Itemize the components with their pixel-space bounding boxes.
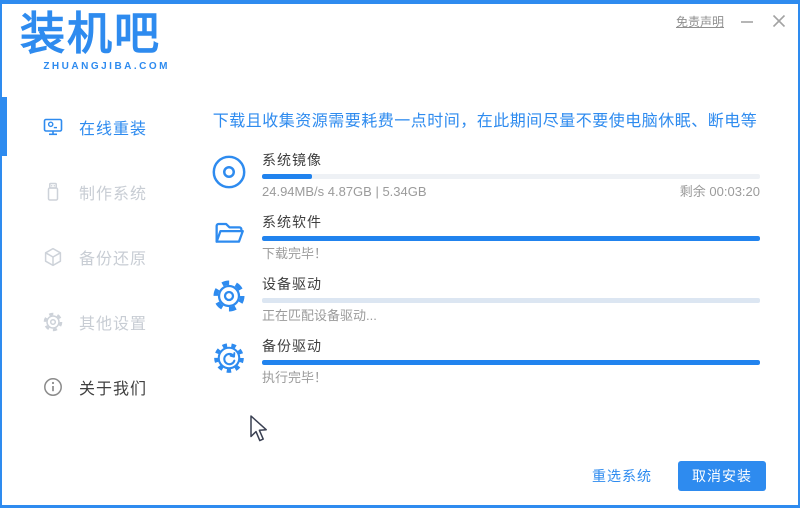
- sidebar-item-about-us[interactable]: 关于我们: [2, 354, 192, 419]
- sidebar-item-label: 备份还原: [79, 250, 148, 268]
- progress-bar: [262, 174, 760, 179]
- gear-icon: [43, 312, 63, 331]
- usb-icon: [47, 182, 59, 201]
- gear-sync-icon: [214, 343, 244, 373]
- disclaimer-link[interactable]: 免责声明: [676, 13, 724, 30]
- task-row-device-driver: 设备驱动 正在匹配设备驱动...: [210, 276, 760, 323]
- minimize-icon: [741, 21, 753, 23]
- active-indicator: [2, 97, 7, 156]
- task-row-backup-driver: 备份驱动 执行完毕！: [210, 338, 760, 385]
- sidebar-item-make-system[interactable]: 制作系统: [2, 159, 192, 224]
- mouse-cursor-icon: [250, 415, 267, 442]
- sidebar: 在线重装 制作系统 备份还原 其他设置 关于我们: [2, 94, 192, 419]
- sidebar-item-label: 关于我们: [79, 380, 148, 398]
- sidebar-item-label: 其他设置: [79, 315, 148, 333]
- folder-icon: [215, 222, 244, 243]
- task-status: 24.94MB/s 4.87GB | 5.34GB: [262, 184, 427, 199]
- titlebar-controls: 免责声明: [676, 12, 788, 30]
- progress-fill: [262, 236, 760, 241]
- sidebar-item-backup-restore[interactable]: 备份还原: [2, 224, 192, 289]
- info-icon: [44, 377, 62, 396]
- notice-text: 下载且收集资源需要耗费一点时间，在此期间尽量不要使电脑休眠、断电等: [212, 113, 758, 130]
- logo-domain: ZHUANGJIBA.COM: [43, 61, 170, 72]
- footer-actions: 重选系统 取消安装: [592, 461, 766, 491]
- progress-bar: [262, 360, 760, 365]
- task-title: 系统软件: [262, 214, 322, 230]
- close-button[interactable]: [770, 12, 788, 30]
- app-logo: 装机吧 ZHUANGJIBA.COM: [20, 8, 170, 72]
- progress-fill: [262, 174, 312, 179]
- disc-icon: [212, 155, 246, 189]
- progress-bar: [262, 236, 760, 241]
- task-list: 系统镜像 24.94MB/s 4.87GB | 5.34GB 剩余 00:03:…: [210, 152, 760, 385]
- task-status: 下载完毕！: [262, 246, 328, 261]
- main-panel: 下载且收集资源需要耗费一点时间，在此期间尽量不要使电脑休眠、断电等 系统镜像 2…: [192, 94, 798, 400]
- sidebar-item-other-settings[interactable]: 其他设置: [2, 289, 192, 354]
- task-row-system-software: 系统软件 下载完毕！: [210, 214, 760, 261]
- task-title: 设备驱动: [262, 276, 322, 292]
- app-window: 装机吧 ZHUANGJIBA.COM 免责声明 在线重装 制作系统 备份还原 其…: [0, 0, 800, 508]
- gear-icon: [213, 280, 245, 312]
- cancel-install-button[interactable]: 取消安装: [678, 461, 766, 491]
- sidebar-item-online-reinstall[interactable]: 在线重装: [2, 94, 192, 159]
- monitor-icon: [43, 118, 63, 135]
- task-remaining-time: 剩余 00:03:20: [679, 184, 760, 199]
- task-row-system-image: 系统镜像 24.94MB/s 4.87GB | 5.34GB 剩余 00:03:…: [210, 152, 760, 199]
- task-title: 备份驱动: [262, 338, 322, 354]
- sidebar-item-label: 在线重装: [79, 120, 148, 138]
- reselect-system-button[interactable]: 重选系统: [592, 466, 652, 486]
- progress-fill: [262, 360, 760, 365]
- close-icon: [772, 14, 786, 28]
- task-status: 执行完毕！: [262, 370, 328, 385]
- task-title: 系统镜像: [262, 152, 322, 168]
- cube-icon: [44, 247, 62, 266]
- task-status: 正在匹配设备驱动...: [262, 308, 377, 323]
- logo-text: 装机吧: [20, 8, 162, 59]
- sidebar-item-label: 制作系统: [79, 185, 148, 203]
- progress-bar: [262, 298, 760, 303]
- minimize-button[interactable]: [738, 12, 756, 30]
